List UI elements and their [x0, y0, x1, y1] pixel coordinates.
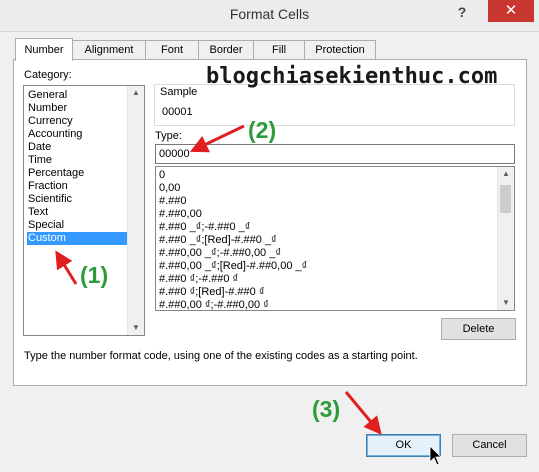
tab-number[interactable]: Number: [15, 38, 73, 61]
mouse-cursor-icon: [429, 445, 442, 466]
arrow-to-ok: [344, 391, 382, 435]
annotation-arrows: [55, 124, 442, 466]
arrow-to-type-input: [189, 124, 245, 153]
arrow-to-custom: [55, 250, 78, 285]
